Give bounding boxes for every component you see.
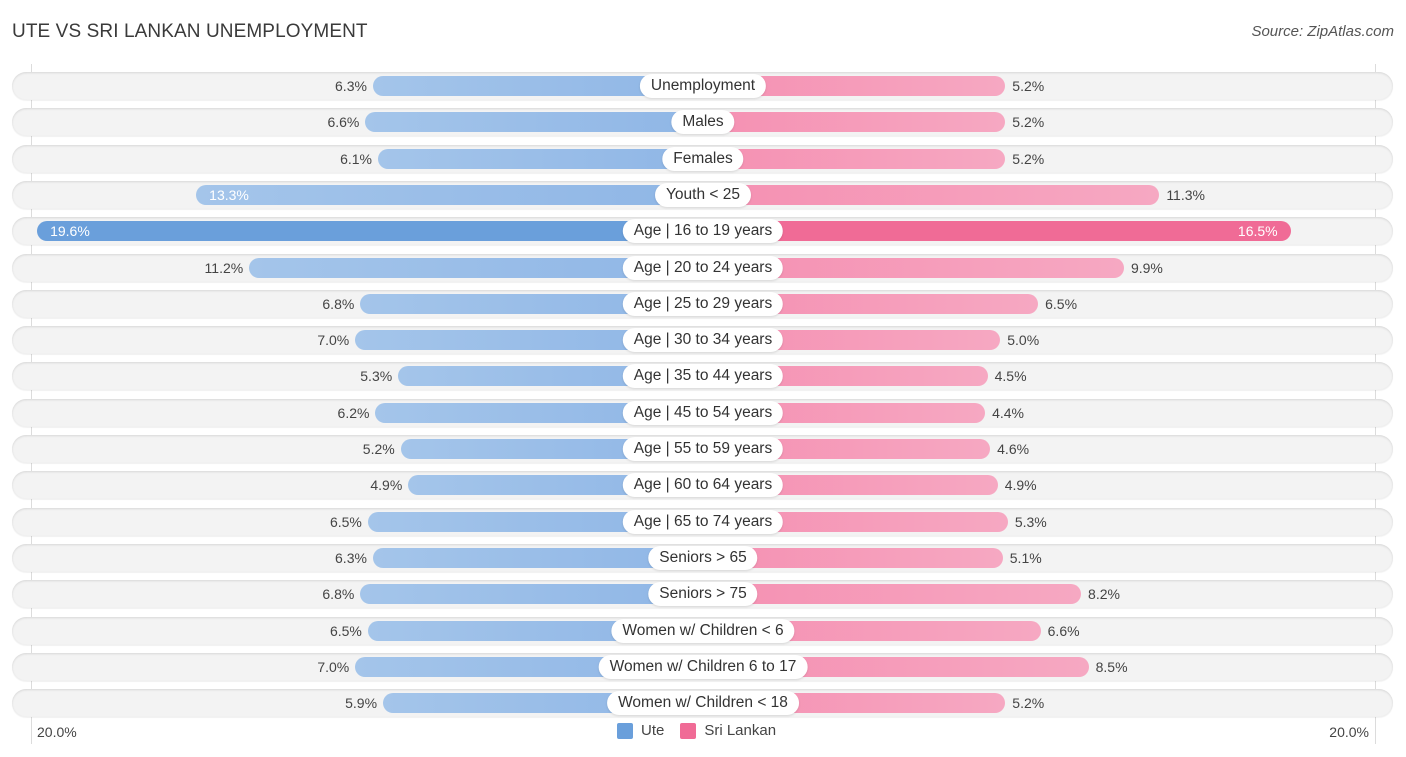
legend-swatch-sri-lankan xyxy=(680,722,697,739)
value-label-sri-lankan: 9.9% xyxy=(1130,259,1163,276)
value-label-sri-lankan: 4.5% xyxy=(994,368,1027,385)
value-label-sri-lankan: 4.9% xyxy=(1004,477,1037,494)
bar-ute[interactable] xyxy=(37,221,703,242)
value-label-sri-lankan: 8.2% xyxy=(1088,586,1120,603)
value-label-ute: 11.2% xyxy=(204,259,244,276)
value-label-ute: 5.3% xyxy=(360,368,393,385)
category-label: Women w/ Children < 6 xyxy=(611,618,795,643)
category-label: Age | 60 to 64 years xyxy=(622,473,784,498)
source-label: Source: ZipAtlas.com xyxy=(1251,23,1394,40)
category-label: Age | 16 to 19 years xyxy=(622,219,784,244)
axis-right-label: 20.0% xyxy=(1329,724,1369,740)
value-label-sri-lankan: 6.5% xyxy=(1045,295,1078,312)
value-label-ute: 5.9% xyxy=(345,695,378,712)
bar-ute[interactable] xyxy=(196,184,703,205)
legend-label-sri-lankan: Sri Lankan xyxy=(704,722,777,739)
category-label: Age | 25 to 29 years xyxy=(622,291,784,316)
category-label: Age | 20 to 24 years xyxy=(622,255,784,280)
value-label-sri-lankan: 11.3% xyxy=(1166,186,1205,203)
bar-ute[interactable] xyxy=(377,148,703,169)
value-label-sri-lankan: 6.6% xyxy=(1047,622,1080,639)
value-label-ute: 6.8% xyxy=(322,586,355,603)
value-label-ute: 6.3% xyxy=(335,549,367,566)
category-label: Age | 35 to 44 years xyxy=(622,364,784,389)
legend-swatch-ute xyxy=(617,722,633,739)
value-label-ute: 7.0% xyxy=(317,332,350,349)
bar-sri-lankan[interactable] xyxy=(703,112,1006,133)
legend: Ute Sri Lankan xyxy=(617,722,792,739)
value-label-ute: 6.5% xyxy=(329,513,362,530)
value-label-ute: 6.8% xyxy=(322,295,355,312)
legend-label-ute: Ute xyxy=(641,722,665,739)
chart-title: UTE VS SRI LANKAN UNEMPLOYMENT xyxy=(12,21,368,42)
category-label: Age | 30 to 34 years xyxy=(622,328,784,353)
value-label-sri-lankan: 8.5% xyxy=(1095,658,1128,675)
legend-item-sri-lankan[interactable]: Sri Lankan xyxy=(680,722,776,739)
category-label: Males xyxy=(671,110,735,135)
category-label: Age | 65 to 74 years xyxy=(622,509,784,534)
value-label-ute: 19.6% xyxy=(50,223,90,240)
value-label-sri-lankan: 5.3% xyxy=(1014,513,1047,530)
category-label: Women w/ Children < 18 xyxy=(607,691,799,716)
category-label: Age | 45 to 54 years xyxy=(622,400,784,425)
value-label-ute: 13.3% xyxy=(209,186,249,203)
category-label: Seniors > 75 xyxy=(648,582,758,607)
category-label: Seniors > 65 xyxy=(648,545,758,570)
value-label-ute: 6.1% xyxy=(340,150,372,167)
value-label-ute: 4.9% xyxy=(370,477,403,494)
category-label: Women w/ Children 6 to 17 xyxy=(598,654,808,679)
bar-sri-lankan[interactable] xyxy=(703,221,1291,242)
value-label-ute: 7.0% xyxy=(317,658,350,675)
bar-ute[interactable] xyxy=(365,112,703,133)
value-label-sri-lankan: 5.2% xyxy=(1012,114,1045,131)
bar-sri-lankan[interactable] xyxy=(703,584,1082,605)
value-label-sri-lankan: 16.5% xyxy=(1237,223,1278,240)
category-label: Unemployment xyxy=(639,74,767,98)
category-label: Females xyxy=(662,146,744,171)
value-label-sri-lankan: 5.1% xyxy=(1009,549,1042,566)
value-label-ute: 5.2% xyxy=(362,441,395,457)
bar-sri-lankan[interactable] xyxy=(703,184,1160,205)
value-label-sri-lankan: 5.2% xyxy=(1012,78,1045,94)
category-label: Age | 55 to 59 years xyxy=(622,437,784,461)
value-label-sri-lankan: 5.2% xyxy=(1012,150,1045,167)
value-label-ute: 6.5% xyxy=(329,622,362,639)
value-label-ute: 6.3% xyxy=(335,78,367,94)
value-label-sri-lankan: 4.4% xyxy=(992,404,1025,421)
value-label-ute: 6.6% xyxy=(327,114,360,131)
value-label-ute: 6.2% xyxy=(337,404,370,421)
bar-sri-lankan[interactable] xyxy=(703,148,1006,169)
legend-item-ute[interactable]: Ute xyxy=(617,722,664,739)
category-label: Youth < 25 xyxy=(655,182,751,207)
value-label-sri-lankan: 4.6% xyxy=(997,441,1030,457)
value-label-sri-lankan: 5.0% xyxy=(1007,332,1040,349)
axis-left-label: 20.0% xyxy=(37,724,77,740)
value-label-sri-lankan: 5.2% xyxy=(1012,695,1045,712)
